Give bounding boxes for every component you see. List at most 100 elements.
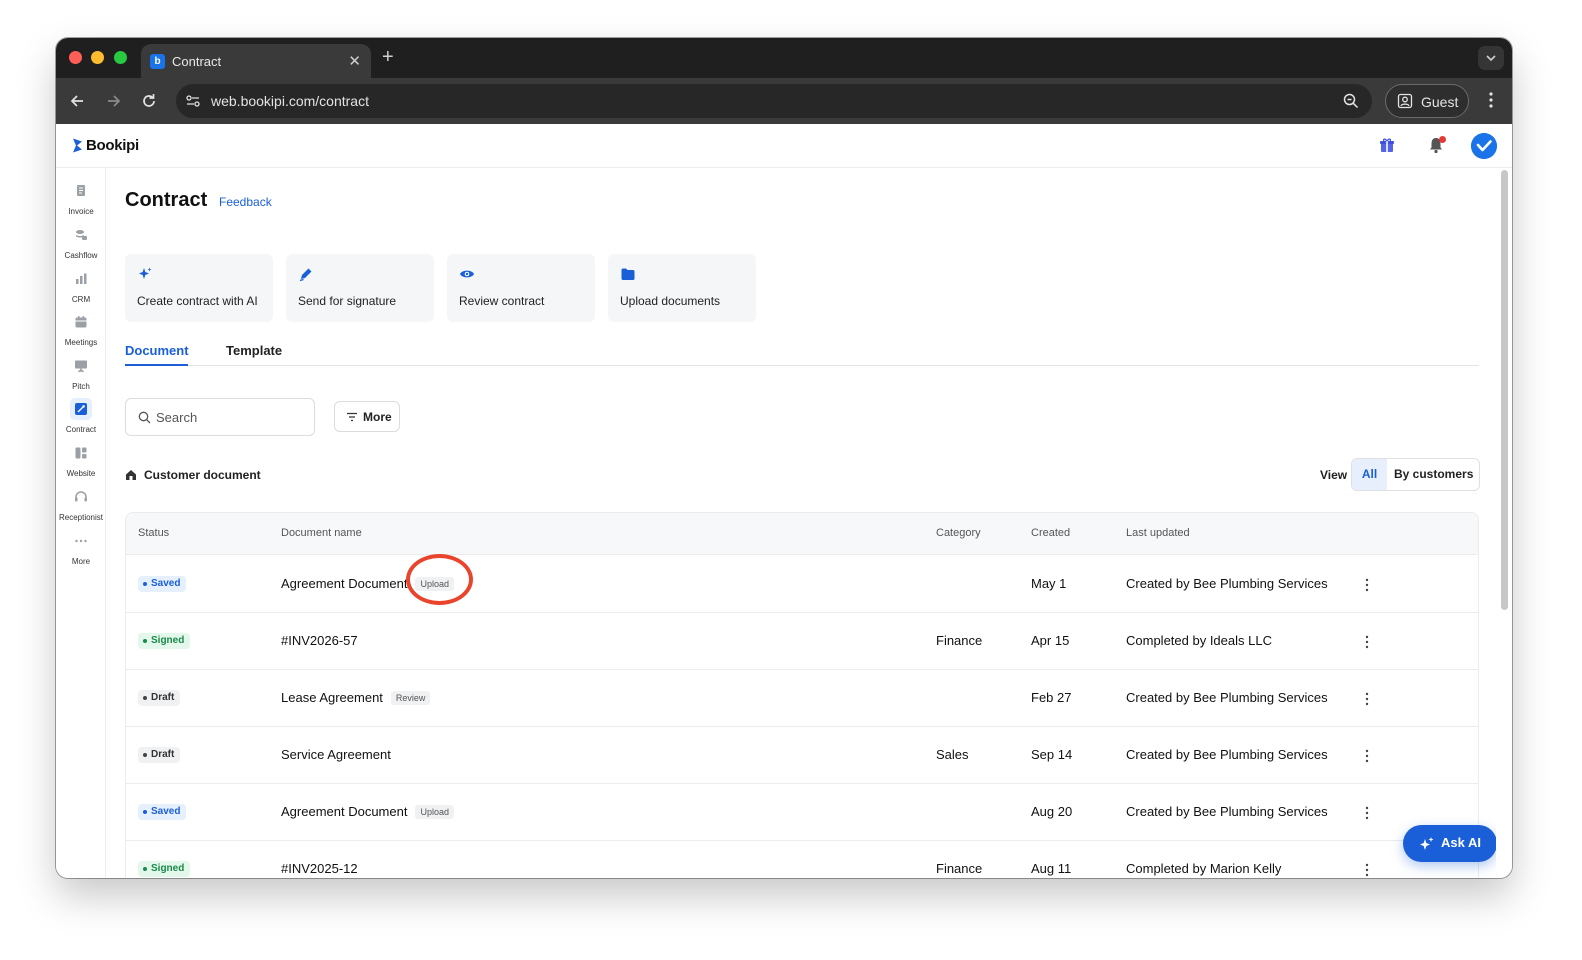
action-label: Upload documents xyxy=(620,294,721,308)
sidebar-item-label: More xyxy=(71,557,91,566)
tab-search-button[interactable] xyxy=(1478,46,1504,70)
view-by-customers-button[interactable]: By customers xyxy=(1394,459,1473,490)
row-menu-icon[interactable] xyxy=(1364,749,1370,763)
chevron-down-icon xyxy=(1486,55,1496,62)
row-menu-icon[interactable] xyxy=(1364,635,1370,649)
guest-profile-icon xyxy=(1397,93,1413,109)
document-name: #INV2025-12 xyxy=(281,861,358,876)
table-row[interactable]: Draft Lease Agreement Review Feb 27 Creat… xyxy=(126,670,1478,727)
search-box[interactable] xyxy=(125,398,315,436)
tab-document[interactable]: Document xyxy=(125,343,189,358)
sidebar-item-label: Meetings xyxy=(64,338,98,347)
feedback-link[interactable]: Feedback xyxy=(219,195,272,209)
table-row[interactable]: Saved Agreement Document Upload Aug 20 Cr… xyxy=(126,784,1478,841)
table-row[interactable]: Saved Agreement Document Upload May 1 Cre… xyxy=(126,556,1478,613)
close-window-button[interactable] xyxy=(69,51,82,64)
document-name: Service Agreement xyxy=(281,747,391,762)
view-all-button[interactable]: All xyxy=(1352,459,1387,490)
eye-icon xyxy=(460,270,474,278)
filter-icon xyxy=(347,412,357,422)
table-row[interactable]: Signed #INV2025-12 Finance Aug 11 Comple… xyxy=(126,841,1478,878)
sidebar-item-receptionist[interactable]: Receptionist xyxy=(56,486,106,522)
maximize-window-button[interactable] xyxy=(114,51,127,64)
table-row[interactable]: Draft Service Agreement Sales Sep 14 Cre… xyxy=(126,727,1478,784)
category-cell: Finance xyxy=(936,633,983,648)
browser-menu-icon[interactable] xyxy=(1484,90,1498,110)
site-settings-icon[interactable] xyxy=(185,93,201,109)
minimize-window-button[interactable] xyxy=(91,51,104,64)
sidebar-item-crm[interactable]: CRM xyxy=(56,268,106,304)
column-header-created: Created xyxy=(1031,527,1071,539)
table-row[interactable]: Signed #INV2026-57 Finance Apr 15 Comple… xyxy=(126,613,1478,670)
tab-close-icon[interactable]: ✕ xyxy=(348,52,361,70)
send-for-signature-button[interactable]: Send for signature xyxy=(286,254,434,322)
sidebar-item-label: CRM xyxy=(71,295,91,304)
row-menu-icon[interactable] xyxy=(1364,692,1370,706)
website-icon xyxy=(75,447,87,459)
row-menu-icon[interactable] xyxy=(1364,863,1370,877)
status-badge: Draft xyxy=(138,690,181,706)
action-label: Review contract xyxy=(459,294,545,308)
new-tab-icon[interactable]: + xyxy=(382,46,394,68)
address-bar[interactable]: web.bookipi.com/contract xyxy=(176,84,1372,118)
create-contract-ai-button[interactable]: Create contract with AI xyxy=(125,254,273,322)
back-icon[interactable] xyxy=(68,91,88,111)
action-label: Create contract with AI xyxy=(137,294,258,308)
sidebar-item-pitch[interactable]: Pitch xyxy=(56,355,106,391)
status-badge: Draft xyxy=(138,747,181,763)
ask-ai-button[interactable]: Ask AI xyxy=(1403,825,1496,862)
zoom-icon[interactable] xyxy=(1342,92,1360,110)
row-menu-icon[interactable] xyxy=(1364,578,1370,592)
search-input[interactable] xyxy=(156,407,306,427)
sidebar-item-label: Contract xyxy=(65,425,97,434)
pitch-icon xyxy=(75,360,87,373)
meetings-icon xyxy=(75,316,87,328)
sidebar-item-cashflow[interactable]: Cashflow xyxy=(56,224,106,260)
sidebar-item-label: Website xyxy=(66,469,96,478)
contract-icon xyxy=(75,403,87,415)
category-cell: Sales xyxy=(936,747,969,762)
action-label: Send for signature xyxy=(298,294,397,308)
sidebar-item-label: Receptionist xyxy=(58,513,104,522)
documents-table: Status Document name Category Created La… xyxy=(125,512,1479,878)
status-badge: Saved xyxy=(138,576,187,592)
more-filters-button[interactable]: More xyxy=(334,401,400,432)
sidebar-item-website[interactable]: Website xyxy=(56,442,106,478)
browser-window: b Contract ✕ + web.bookipi.com/contract … xyxy=(56,38,1512,878)
sidebar-item-meetings[interactable]: Meetings xyxy=(56,311,106,347)
profile-button[interactable]: Guest xyxy=(1385,84,1469,118)
upload-documents-button[interactable]: Upload documents xyxy=(608,254,756,322)
pen-icon xyxy=(299,268,312,282)
sidebar-item-contract[interactable]: Contract xyxy=(56,398,106,434)
browser-toolbar: web.bookipi.com/contract Guest xyxy=(56,78,1512,124)
row-menu-icon[interactable] xyxy=(1364,806,1370,820)
browser-tab[interactable]: b Contract ✕ xyxy=(141,44,371,78)
sidebar-item-invoice[interactable]: Invoice xyxy=(56,180,106,216)
app-root: Bookipi Invoice Cashflow CRM Meetings Pi… xyxy=(56,124,1512,878)
gift-icon[interactable] xyxy=(1379,137,1395,153)
status-badge: Saved xyxy=(138,804,187,820)
created-cell: May 1 xyxy=(1031,576,1067,591)
reload-icon[interactable] xyxy=(139,91,159,111)
bookipi-logo[interactable]: Bookipi xyxy=(72,137,139,154)
sidebar-item-more[interactable]: More xyxy=(56,530,106,566)
updated-cell: Created by Bee Plumbing Services xyxy=(1126,747,1328,762)
table-header: Status Document name Category Created La… xyxy=(126,513,1478,555)
updated-cell: Completed by Ideals LLC xyxy=(1126,633,1272,648)
review-contract-button[interactable]: Review contract xyxy=(447,254,595,322)
tab-template[interactable]: Template xyxy=(226,343,282,358)
updated-cell: Created by Bee Plumbing Services xyxy=(1126,690,1328,705)
sparkle-icon xyxy=(139,267,152,279)
view-label: View xyxy=(1320,468,1348,482)
ask-ai-label: Ask AI xyxy=(1441,835,1481,850)
search-icon xyxy=(138,411,151,424)
document-tag: Upload xyxy=(415,804,454,819)
column-header-category: Category xyxy=(936,527,981,539)
avatar[interactable] xyxy=(1471,133,1497,159)
page-scrollbar[interactable] xyxy=(1501,170,1508,610)
forward-icon[interactable] xyxy=(103,91,123,111)
column-header-status: Status xyxy=(138,527,170,539)
document-name: #INV2026-57 xyxy=(281,633,358,648)
sidebar-item-label: Cashflow xyxy=(64,251,98,260)
created-cell: Apr 15 xyxy=(1031,633,1070,648)
